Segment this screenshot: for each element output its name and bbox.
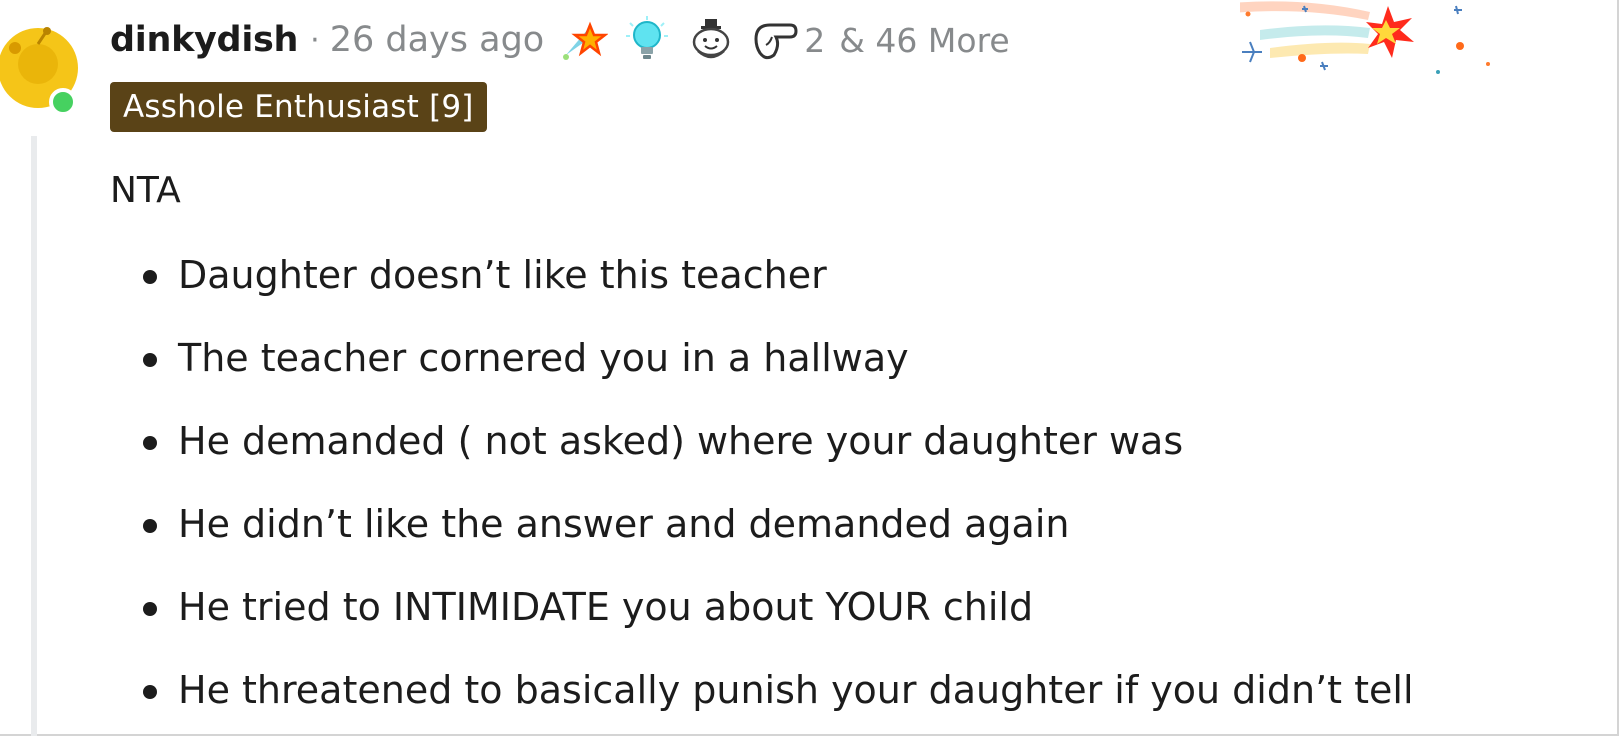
list-item-text: The teacher cornered you in a hallway [178,336,909,380]
thread-collapse-line[interactable] [31,136,37,736]
wholesome-seal-award-icon[interactable] [686,15,736,65]
list-item: The teacher cornered you in a hallway [110,333,1590,383]
list-item-text: He tried to INTIMIDATE you about YOUR ch… [178,585,1034,629]
list-item: He demanded ( not asked) where your daug… [110,416,1590,466]
meta-separator: · [310,22,320,58]
user-flair: Asshole Enthusiast [9] [110,82,487,132]
bullet-icon [143,353,157,367]
bullet-icon [143,685,157,699]
rocket-star-award-icon[interactable] [558,15,609,65]
list-item-text: He threatened to basically punish your d… [178,668,1414,712]
lightbulb-award-icon[interactable] [622,15,672,65]
bullet-icon [143,436,157,450]
list-item: He tried to INTIMIDATE you about YOUR ch… [110,582,1590,632]
bullet-list: Daughter doesn’t like this teacher The t… [110,250,1590,715]
list-item-text: He didn’t like the answer and demanded a… [178,502,1070,546]
list-item: He didn’t like the answer and demanded a… [110,499,1590,549]
list-item-text: Daughter doesn’t like this teacher [178,253,827,297]
bullet-icon [143,602,157,616]
username-link[interactable]: dinkydish [110,20,298,60]
bullet-icon [143,270,157,284]
awards-row: 2 & 46 More [558,15,1010,65]
shooting-star-decoration-icon [1240,1,1490,74]
list-item: Daughter doesn’t like this teacher [110,250,1590,300]
bullet-icon [143,519,157,533]
online-status-icon [49,88,77,116]
list-item-text: He demanded ( not asked) where your daug… [178,419,1184,463]
list-item: He threatened to basically punish your d… [110,665,1590,715]
comment-verdict: NTA [110,170,181,211]
more-awards-link[interactable]: & 46 More [839,21,1010,60]
award-count: 2 [804,20,826,60]
pointing-hand-award-icon[interactable] [750,15,800,65]
comment-body: NTA Daughter doesn’t like this teacher T… [110,166,1590,748]
comment-header: dinkydish · 26 days ago 2 & 46 More [110,14,1010,66]
comment-timestamp[interactable]: 26 days ago [330,20,544,60]
